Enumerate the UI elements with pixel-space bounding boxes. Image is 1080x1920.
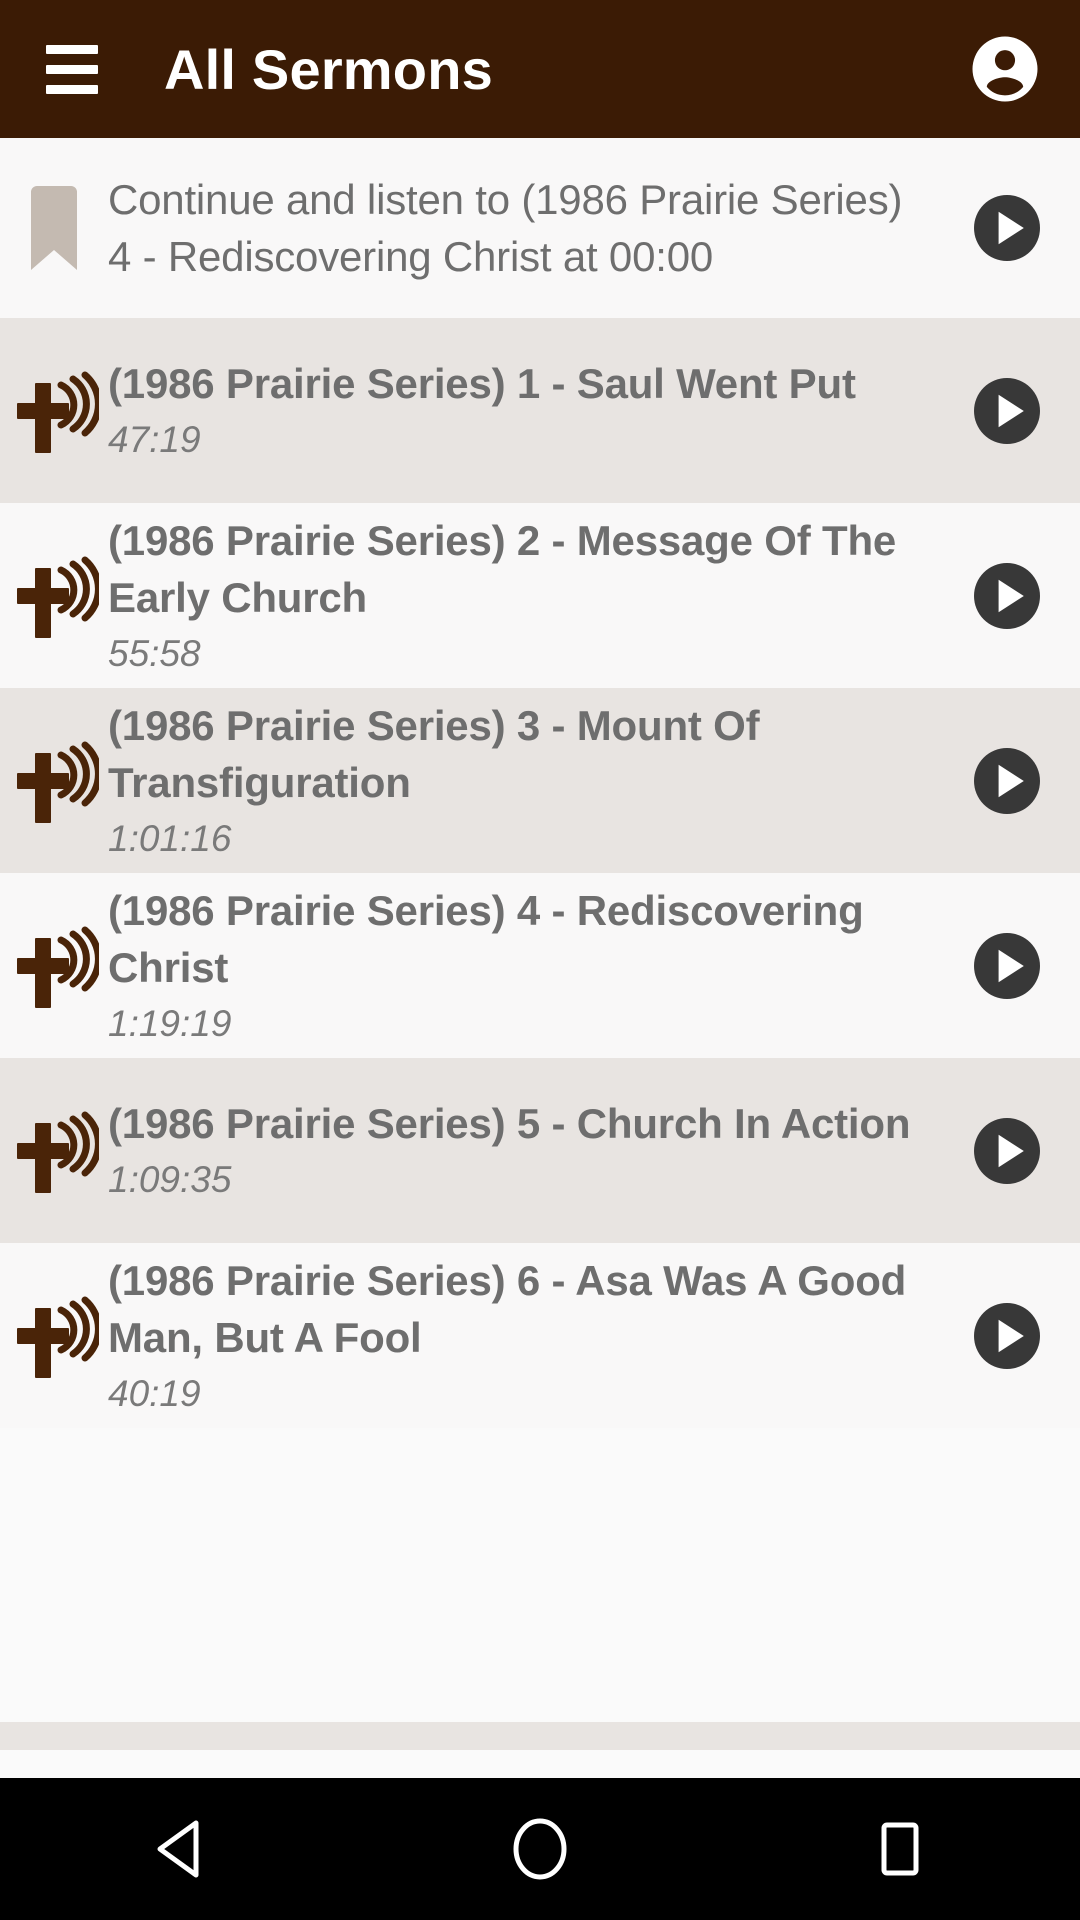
sermon-play-col	[934, 560, 1080, 632]
sermon-row[interactable]: (1986 Prairie Series) 3 - Mount Of Trans…	[0, 688, 1080, 873]
play-circle-icon[interactable]	[971, 560, 1043, 632]
sermon-play-col	[934, 745, 1080, 817]
app-bar: All Sermons	[0, 0, 1080, 138]
continue-text-col: Continue and listen to (1986 Prairie Ser…	[108, 171, 934, 285]
play-circle-icon[interactable]	[971, 1115, 1043, 1187]
cross-audio-icon	[0, 1058, 108, 1243]
sermon-duration: 55:58	[108, 632, 201, 674]
cross-audio-icon	[0, 318, 108, 503]
back-triangle-icon[interactable]	[120, 1789, 240, 1909]
sermon-duration: 1:09:35	[108, 1159, 232, 1200]
sermon-text-col: (1986 Prairie Series) 2 - Message Of The…	[108, 512, 934, 680]
play-circle-icon[interactable]	[971, 375, 1043, 447]
home-circle-icon[interactable]	[480, 1789, 600, 1909]
play-circle-icon[interactable]	[971, 192, 1043, 264]
sermon-title: (1986 Prairie Series) 4 - Rediscovering …	[108, 886, 864, 991]
partial-next-row	[0, 1722, 1080, 1750]
page-title: All Sermons	[164, 37, 493, 101]
menu-bar-1	[46, 44, 98, 54]
app-screen: All Sermons Continue and listen to (1986…	[0, 0, 1080, 1920]
cross-audio-icon	[0, 873, 108, 1058]
play-circle-icon[interactable]	[971, 1300, 1043, 1372]
sermon-duration: 47:19	[108, 419, 201, 460]
sermon-title: (1986 Prairie Series) 6 - Asa Was A Good…	[108, 1256, 907, 1361]
sermon-title: (1986 Prairie Series) 1 - Saul Went Put	[108, 360, 856, 407]
sermon-duration: 1:19:19	[108, 1002, 232, 1044]
sermon-duration: 40:19	[108, 1372, 201, 1414]
recents-square-icon[interactable]	[840, 1789, 960, 1909]
play-circle-icon[interactable]	[971, 930, 1043, 1002]
sermon-row[interactable]: (1986 Prairie Series) 2 - Message Of The…	[0, 503, 1080, 688]
sermon-play-col	[934, 375, 1080, 447]
sermon-play-col	[934, 1300, 1080, 1372]
android-navigation-bar	[0, 1778, 1080, 1920]
hamburger-menu-icon[interactable]	[24, 21, 120, 117]
continue-label: Continue and listen to (1986 Prairie Ser…	[108, 176, 903, 280]
sermon-play-col	[934, 1115, 1080, 1187]
bookmark-icon	[0, 138, 108, 318]
sermon-text-col: (1986 Prairie Series) 6 - Asa Was A Good…	[108, 1252, 934, 1420]
sermon-row[interactable]: (1986 Prairie Series) 5 - Church In Acti…	[0, 1058, 1080, 1243]
sermon-text-col: (1986 Prairie Series) 1 - Saul Went Put 4…	[108, 355, 934, 466]
continue-play-col	[934, 192, 1080, 264]
sermon-row[interactable]: (1986 Prairie Series) 6 - Asa Was A Good…	[0, 1243, 1080, 1428]
play-circle-icon[interactable]	[971, 745, 1043, 817]
menu-bar-2	[46, 64, 98, 74]
sermon-rows-container: (1986 Prairie Series) 1 - Saul Went Put 4…	[0, 318, 1080, 1428]
sermon-duration: 1:01:16	[108, 817, 232, 859]
sermon-text-col: (1986 Prairie Series) 5 - Church In Acti…	[108, 1095, 934, 1206]
sermon-text-col: (1986 Prairie Series) 3 - Mount Of Trans…	[108, 697, 934, 865]
sermon-row[interactable]: (1986 Prairie Series) 1 - Saul Went Put 4…	[0, 318, 1080, 503]
sermon-title: (1986 Prairie Series) 3 - Mount Of Trans…	[108, 701, 760, 806]
sermon-play-col	[934, 930, 1080, 1002]
cross-audio-icon	[0, 1243, 108, 1428]
account-circle-icon[interactable]	[966, 30, 1044, 108]
sermon-text-col: (1986 Prairie Series) 4 - Rediscovering …	[108, 882, 934, 1050]
menu-bar-3	[46, 84, 98, 94]
sermon-title: (1986 Prairie Series) 5 - Church In Acti…	[108, 1100, 911, 1147]
cross-audio-icon	[0, 688, 108, 873]
sermon-title: (1986 Prairie Series) 2 - Message Of The…	[108, 516, 897, 621]
continue-listening-row[interactable]: Continue and listen to (1986 Prairie Ser…	[0, 138, 1080, 318]
cross-audio-icon	[0, 503, 108, 688]
sermon-list[interactable]: Continue and listen to (1986 Prairie Ser…	[0, 138, 1080, 1750]
sermon-row[interactable]: (1986 Prairie Series) 4 - Rediscovering …	[0, 873, 1080, 1058]
